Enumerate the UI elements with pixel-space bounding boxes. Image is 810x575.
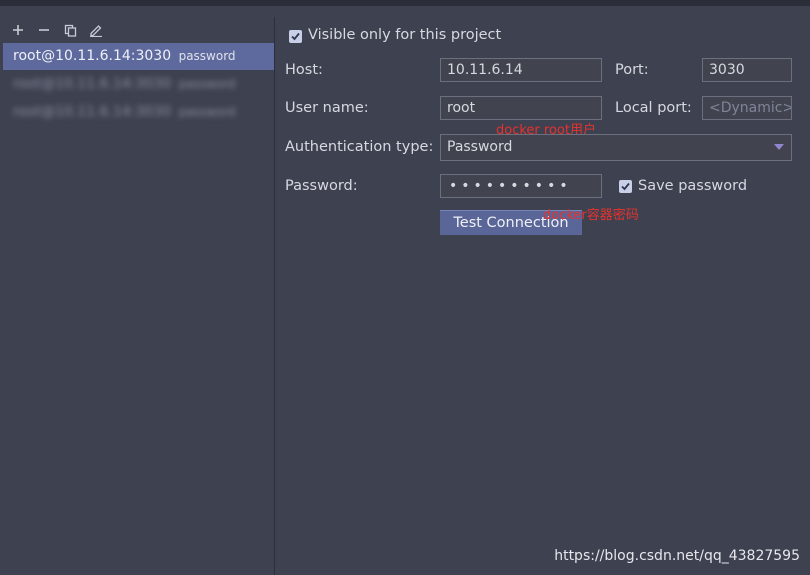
save-password-checkbox[interactable] — [619, 180, 632, 193]
connection-auth: password — [178, 77, 236, 91]
auth-type-value: Password — [447, 139, 513, 155]
copy-connection-button[interactable] — [60, 20, 80, 40]
pencil-icon — [90, 25, 102, 37]
username-input[interactable]: root — [440, 96, 602, 120]
auth-type-label: Authentication type: — [285, 139, 434, 155]
host-label: Host: — [285, 62, 323, 78]
port-label: Port: — [615, 62, 649, 78]
remove-connection-button[interactable] — [34, 20, 54, 40]
dropdown-arrow-icon — [774, 144, 784, 150]
save-password-label: Save password — [638, 178, 748, 194]
connection-form: Visible only for this project Host: 10.1… — [275, 6, 810, 575]
password-label: Password: — [285, 178, 358, 194]
watermark-url: https://blog.csdn.net/qq_43827595 — [554, 548, 800, 564]
local-port-label: Local port: — [615, 100, 692, 116]
copy-icon — [64, 24, 76, 37]
password-input[interactable]: •••••••••• — [440, 174, 602, 198]
visible-only-checkbox[interactable] — [289, 30, 302, 43]
password-annotation: docker容器密码 — [543, 208, 639, 223]
connection-item[interactable]: root@10.11.6.14:3030 password — [3, 70, 274, 98]
add-connection-button[interactable] — [8, 20, 28, 40]
checkmark-icon — [621, 182, 630, 191]
connection-item-selected[interactable]: root@10.11.6.14:3030 password — [3, 43, 274, 70]
checkmark-icon — [291, 32, 300, 41]
local-port-input[interactable]: <Dynamic> — [702, 96, 792, 120]
minus-icon — [39, 29, 49, 31]
connection-list: root@10.11.6.14:3030 password root@10.11… — [3, 43, 274, 126]
plus-icon — [13, 25, 23, 35]
connection-auth: password — [178, 49, 236, 63]
username-label: User name: — [285, 100, 369, 116]
connection-item[interactable]: root@10.11.6.14:3030 password — [3, 98, 274, 126]
connection-host: root@10.11.6.14:3030 — [13, 104, 172, 120]
connection-host: root@10.11.6.14:3030 — [13, 48, 172, 64]
connections-toolbar — [8, 20, 106, 40]
port-input[interactable]: 3030 — [702, 58, 792, 82]
edit-connection-button[interactable] — [86, 20, 106, 40]
auth-type-select[interactable]: Password — [440, 134, 792, 161]
connection-auth: password — [178, 105, 236, 119]
host-input[interactable]: 10.11.6.14 — [440, 58, 602, 82]
connection-host: root@10.11.6.14:3030 — [13, 76, 172, 92]
visible-only-label: Visible only for this project — [308, 27, 502, 43]
